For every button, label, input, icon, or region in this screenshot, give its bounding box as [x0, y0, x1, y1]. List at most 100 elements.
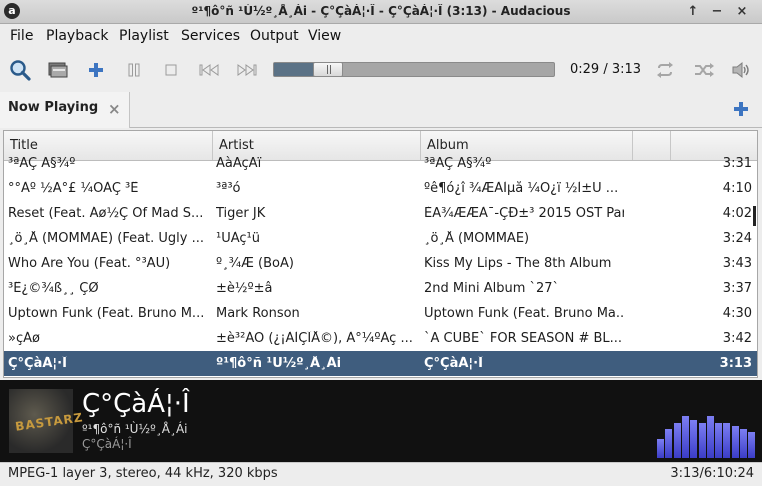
row-length: 3:24 [722, 231, 752, 246]
row-artist: º¸¾Æ (BoA) [216, 256, 294, 271]
table-row[interactable]: °°Àº ½Ã°£ ¼ÓÀÇ ³Ê ³ª³ó ºê¶ó¿î ¾ÆÀÌµå ¼Ò¿ï … [4, 176, 757, 201]
scroll-indicator[interactable] [753, 206, 756, 226]
add-icon[interactable] [84, 58, 108, 82]
menu-playlist[interactable]: Playlist [119, 28, 169, 44]
row-length: 3:42 [722, 331, 752, 346]
visualizer-bar [715, 422, 723, 458]
row-artist: ¹ÚÀç¹ü [216, 231, 260, 246]
visualizer-bar [681, 416, 689, 458]
row-album: 2nd Mini Album `27` [424, 281, 560, 296]
table-row[interactable]: Ç°ÇàÁ¦·Î º¹¶ô°ñ ¹Ù½º¸Å¸Ái Ç°ÇàÁ¦·Î 3:13 [4, 351, 757, 376]
volume-icon[interactable] [729, 58, 753, 82]
visualizer-bar [673, 422, 681, 458]
row-length: 4:30 [722, 306, 752, 321]
title-bar: a º¹¶ô°ñ ¹Ù½º¸Å¸Ái - Ç°ÇàÁ¦·Î - Ç°ÇàÁ¦·Î… [0, 0, 762, 24]
menu-file[interactable]: File [10, 28, 33, 44]
row-title: ³ªÄÇ Ä§¾º [8, 156, 76, 171]
add-playlist-icon[interactable] [732, 100, 750, 122]
album-art: BASTARZ [9, 389, 84, 453]
row-album: Ç°ÇàÁ¦·Î [424, 356, 483, 371]
pause-icon[interactable] [122, 58, 146, 82]
playback-time: 0:29 / 3:13 [570, 62, 642, 77]
open-folder-icon[interactable] [46, 58, 70, 82]
row-artist: ÄàÄçÄï [216, 156, 262, 171]
menu-view[interactable]: View [308, 28, 341, 44]
song-title: Ç°ÇàÁ¦·Î [82, 389, 190, 419]
row-title: »çÁø [8, 331, 40, 346]
row-length: 3:37 [722, 281, 752, 296]
row-album: ¸ö¸Å (MOMMAE) [424, 231, 530, 246]
row-album: ÈÄ¾ÆÆÀ¯-ÇÐ±³ 2015 OST Par... [424, 206, 624, 221]
menu-bar: File Playback Playlist Services Output V… [0, 24, 762, 49]
row-artist: ±è³²ÁÖ (¿¡ÀÌÇÎÅ©), À°¼ºÀç ... [216, 331, 413, 346]
window-title: º¹¶ô°ñ ¹Ù½º¸Å¸Ái - Ç°ÇàÁ¦·Î - Ç°ÇàÁ¦·Î (… [191, 4, 571, 18]
table-row[interactable]: Who Are You (Feat. °³ÄÚ) º¸¾Æ (BoA) Kiss M… [4, 251, 757, 276]
row-album: Uptown Funk (Feat. Bruno Ma... [424, 306, 624, 321]
now-playing-info: BASTARZ Ç°ÇàÁ¦·Î º¹¶ô°ñ ¹Ù½º¸Å¸Ái Ç°ÇàÁ¦… [0, 380, 762, 462]
song-artist: º¹¶ô°ñ ¹Ù½º¸Å¸Ái [82, 422, 188, 436]
table-row[interactable]: ³Ê¿©¾ß¸¸ ÇØ ±è½º±â 2nd Mini Album `27` 3:37 [4, 276, 757, 301]
playlist-tab-bar: Now Playing × [0, 92, 762, 128]
seek-bar[interactable] [273, 62, 555, 77]
tab-now-playing[interactable]: Now Playing × [0, 92, 130, 128]
status-bar: MPEG-1 layer 3, stereo, 44 kHz, 320 kbps… [0, 462, 762, 486]
row-length: 4:02 [722, 206, 752, 221]
row-length: 3:13 [719, 356, 752, 371]
menu-playback[interactable]: Playback [46, 28, 108, 44]
row-length: 3:31 [722, 156, 752, 171]
visualizer-bar [740, 429, 747, 458]
close-tab-icon[interactable]: × [108, 100, 121, 118]
row-album: `A CUBE` FOR SEASON # BL... [424, 331, 623, 346]
row-artist: ³ª³ó [216, 181, 241, 196]
visualizer-bar [731, 426, 739, 458]
audacious-app-icon[interactable]: a [4, 3, 20, 19]
row-title: Reset (Feat. Áø½Ç Of Mad S... [8, 206, 204, 221]
album-art-logo: BASTARZ [14, 410, 85, 434]
table-row[interactable]: Uptown Funk (Feat. Bruno M... Mark Ronson… [4, 301, 757, 326]
row-artist: Mark Ronson [216, 306, 300, 321]
stop-icon[interactable] [159, 58, 183, 82]
table-row[interactable]: Reset (Feat. Áø½Ç Of Mad S... Tiger JK ÈÄ¾… [4, 201, 757, 226]
visualizer-bar [690, 419, 698, 458]
table-row[interactable]: ³ªÄÇ Ä§¾º ÄàÄçÄï ³ªÄÇ Ä§¾º 3:31 [4, 151, 757, 176]
total-time: 3:13/6:10:24 [670, 466, 754, 481]
visualizer [657, 394, 757, 458]
visualizer-bar [657, 438, 664, 458]
song-album: Ç°ÇàÁ¦·Î [82, 437, 132, 451]
visualizer-bar [698, 422, 706, 458]
menu-services[interactable]: Services [181, 28, 240, 44]
row-title: Uptown Funk (Feat. Bruno M... [8, 306, 205, 321]
visualizer-bar [665, 429, 673, 458]
minimize-icon[interactable]: − [708, 3, 726, 21]
row-length: 4:10 [722, 181, 752, 196]
row-title: Ç°ÇàÁ¦·Î [8, 356, 67, 371]
row-artist: Tiger JK [216, 206, 266, 221]
seek-handle[interactable] [313, 62, 344, 77]
table-row[interactable]: ¸ö¸Å (MOMMAE) (Feat. Ugly ... ¹ÚÀç¹ü ¸ö¸Å … [4, 226, 757, 251]
row-album: ºê¶ó¿î ¾ÆÀÌµå ¼Ò¿ï ½Ì±Û ... [424, 181, 619, 196]
close-icon[interactable]: × [733, 3, 751, 21]
visualizer-bar [723, 422, 731, 458]
row-title: ³Ê¿©¾ß¸¸ ÇØ [8, 281, 99, 296]
row-artist: ±è½º±â [216, 281, 273, 296]
tab-label: Now Playing [8, 100, 99, 115]
stream-format: MPEG-1 layer 3, stereo, 44 kHz, 320 kbps [8, 466, 278, 481]
row-title: Who Are You (Feat. °³ÄÚ) [8, 256, 171, 271]
row-length: 3:43 [722, 256, 752, 271]
row-title: °°Àº ½Ã°£ ¼ÓÀÇ ³Ê [8, 181, 139, 196]
maximize-up-icon[interactable]: ↑ [684, 3, 702, 21]
previous-icon[interactable] [197, 58, 221, 82]
row-title: ¸ö¸Å (MOMMAE) (Feat. Ugly ... [8, 231, 205, 246]
seek-progress [274, 63, 317, 76]
visualizer-bar [706, 416, 714, 458]
search-icon[interactable] [8, 58, 32, 82]
next-icon[interactable] [235, 58, 259, 82]
playlist-view[interactable]: Title Artist Album ³ªÄÇ Ä§¾º ÄàÄçÄï ³ªÄÇ Ä… [3, 130, 758, 378]
repeat-icon[interactable] [653, 58, 677, 82]
table-row[interactable]: »çÁø ±è³²ÁÖ (¿¡ÀÌÇÎÅ©), À°¼ºÀç ... `A CUBE… [4, 326, 757, 351]
row-artist: º¹¶ô°ñ ¹Ù½º¸Å¸Ái [216, 356, 342, 371]
row-album: Kiss My Lips - The 8th Album [424, 256, 612, 271]
shuffle-icon[interactable] [692, 58, 716, 82]
menu-output[interactable]: Output [250, 28, 299, 44]
visualizer-bar [748, 432, 756, 458]
